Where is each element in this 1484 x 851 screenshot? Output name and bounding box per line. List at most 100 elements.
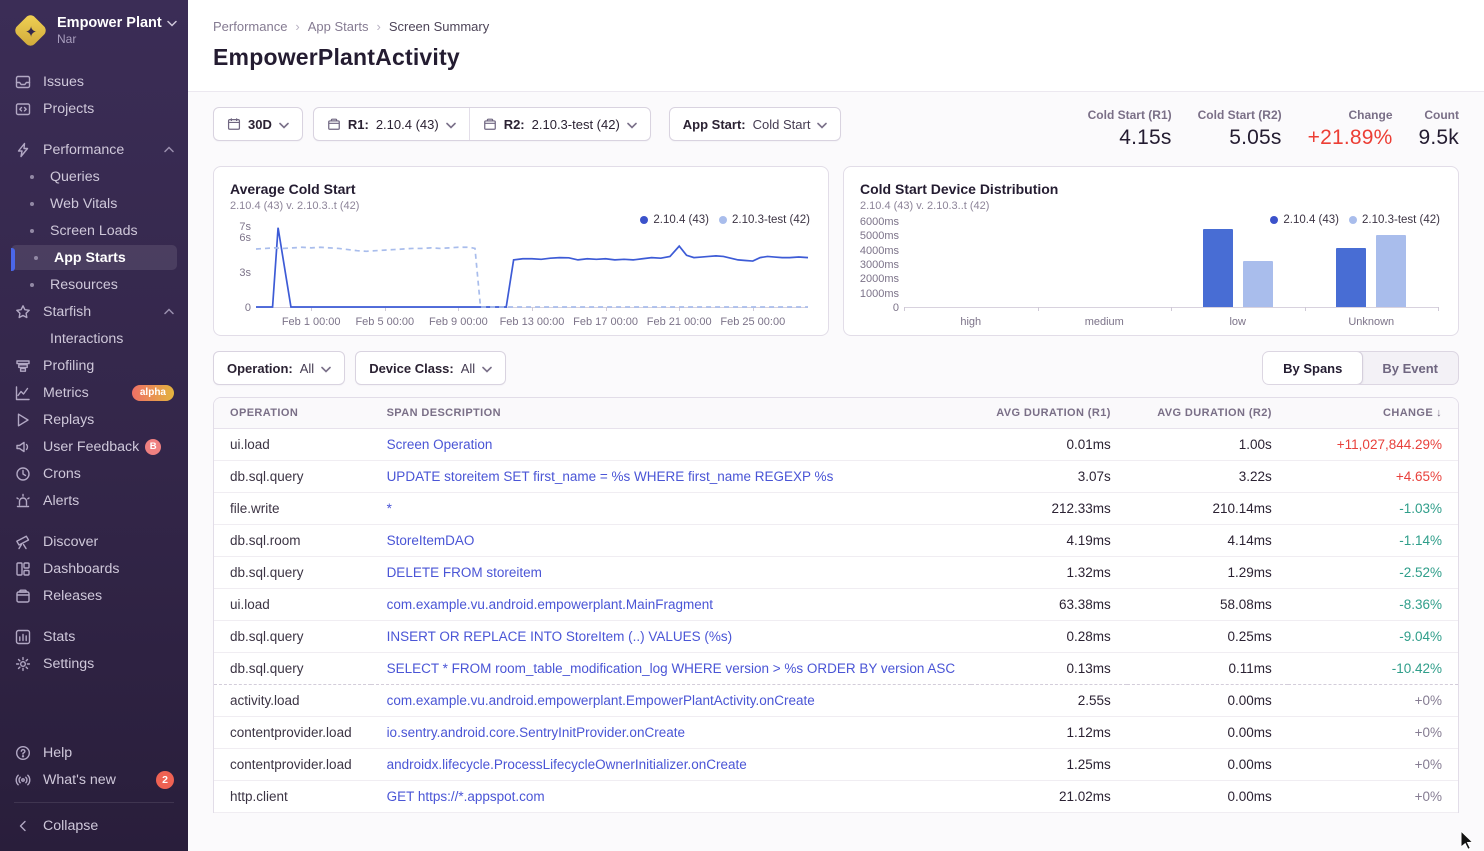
x-axis-label: Feb 25 00:00: [720, 316, 785, 328]
by-event-tab[interactable]: By Event: [1362, 352, 1458, 384]
spans-table: OPERATION SPAN DESCRIPTION AVG DURATION …: [213, 397, 1459, 813]
span-description-link[interactable]: com.example.vu.android.empowerplant.Main…: [387, 597, 713, 612]
sidebar-item-crons[interactable]: Crons: [0, 460, 188, 487]
bar[interactable]: [1336, 248, 1366, 307]
release-r2-selector[interactable]: R2: 2.10.3-test (42): [470, 108, 650, 140]
app-start-type-selector[interactable]: App Start: Cold Start: [669, 107, 842, 141]
sidebar-item-user-feedback[interactable]: User Feedback B: [0, 433, 188, 460]
span-description-link[interactable]: INSERT OR REPLACE INTO StoreItem (..) VA…: [387, 629, 733, 644]
by-spans-tab[interactable]: By Spans: [1262, 351, 1363, 385]
span-description-link[interactable]: UPDATE storeitem SET first_name = %s WHE…: [387, 469, 834, 484]
chevron-down-icon: [627, 117, 637, 132]
legend-item[interactable]: 2.10.3-test (42): [719, 214, 810, 226]
avg-duration-r1-cell: 212.33ms: [971, 493, 1127, 525]
release-r1-selector[interactable]: R1: 2.10.4 (43): [314, 108, 469, 140]
span-description-link[interactable]: androidx.lifecycle.ProcessLifecycleOwner…: [387, 757, 747, 772]
sidebar-item-performance[interactable]: Performance: [0, 136, 188, 163]
table-row[interactable]: db.sql.query DELETE FROM storeitem 1.32m…: [214, 557, 1458, 589]
breadcrumb-performance[interactable]: Performance: [213, 19, 287, 34]
breadcrumb-app-starts[interactable]: App Starts: [308, 19, 369, 34]
date-range-selector[interactable]: 30D: [213, 107, 303, 141]
chevron-up-icon[interactable]: [164, 308, 174, 315]
table-row[interactable]: contentprovider.load androidx.lifecycle.…: [214, 749, 1458, 781]
active-indicator: [11, 248, 15, 271]
span-description-link[interactable]: *: [387, 501, 392, 516]
span-description-link[interactable]: SELECT * FROM room_table_modification_lo…: [387, 661, 956, 676]
table-row[interactable]: db.sql.query INSERT OR REPLACE INTO Stor…: [214, 621, 1458, 653]
operation-filter[interactable]: Operation: All: [213, 351, 345, 385]
sidebar-item-issues[interactable]: Issues: [0, 68, 188, 95]
span-description-link[interactable]: Screen Operation: [387, 437, 493, 452]
divider: [14, 802, 174, 803]
sidebar-item-interactions[interactable]: Interactions: [0, 325, 188, 352]
avg-duration-r2-cell: 0.11ms: [1127, 653, 1288, 685]
span-description-link[interactable]: StoreItemDAO: [387, 533, 475, 548]
stat-value: 5.05s: [1198, 126, 1282, 150]
column-avg-duration-r2[interactable]: AVG DURATION (R2): [1127, 398, 1288, 429]
span-description-cell: GET https://*.appspot.com: [371, 781, 972, 813]
span-description-link[interactable]: GET https://*.appspot.com: [387, 789, 545, 804]
table-header-row: OPERATION SPAN DESCRIPTION AVG DURATION …: [214, 398, 1458, 429]
sidebar-item-screen-loads[interactable]: Screen Loads: [0, 217, 188, 244]
table-row[interactable]: ui.load Screen Operation 0.01ms 1.00s +1…: [214, 429, 1458, 461]
table-row[interactable]: db.sql.query UPDATE storeitem SET first_…: [214, 461, 1458, 493]
span-description-link[interactable]: DELETE FROM storeitem: [387, 565, 542, 580]
sidebar-item-alerts[interactable]: Alerts: [0, 487, 188, 514]
bar-chart: 2.10.4 (43)2.10.3-test (42) 6000ms5000ms…: [860, 218, 1442, 328]
bar[interactable]: [1376, 235, 1406, 307]
sidebar-item-replays[interactable]: Replays: [0, 406, 188, 433]
legend-item[interactable]: 2.10.4 (43): [1270, 214, 1339, 226]
chevron-down-icon: [482, 361, 492, 376]
sidebar-item-app-starts[interactable]: App Starts: [0, 244, 188, 271]
bar[interactable]: [1203, 229, 1233, 307]
sidebar-item-whats-new[interactable]: What's new 2: [0, 766, 188, 793]
sidebar-item-settings[interactable]: Settings: [0, 650, 188, 677]
table-row[interactable]: activity.load com.example.vu.android.emp…: [214, 685, 1458, 717]
y-axis-label: 0: [893, 302, 899, 314]
sidebar-item-web-vitals[interactable]: Web Vitals: [0, 190, 188, 217]
clock-icon: [14, 465, 31, 482]
table-row[interactable]: http.client GET https://*.appspot.com 21…: [214, 781, 1458, 813]
span-description-link[interactable]: com.example.vu.android.empowerplant.Empo…: [387, 693, 815, 708]
sidebar-item-discover[interactable]: Discover: [0, 528, 188, 555]
chevron-up-icon[interactable]: [164, 146, 174, 153]
table-row[interactable]: db.sql.query SELECT * FROM room_table_mo…: [214, 653, 1458, 685]
sidebar-collapse-button[interactable]: Collapse: [0, 812, 188, 839]
chevron-down-icon: [279, 117, 289, 132]
sidebar-item-starfish[interactable]: Starfish: [0, 298, 188, 325]
table-row[interactable]: ui.load com.example.vu.android.empowerpl…: [214, 589, 1458, 621]
column-operation[interactable]: OPERATION: [214, 398, 371, 429]
chart-plot-area[interactable]: [256, 222, 808, 308]
bar-group: [1336, 222, 1406, 307]
sidebar-item-profiling[interactable]: Profiling: [0, 352, 188, 379]
device-class-filter[interactable]: Device Class: All: [355, 351, 506, 385]
page-title: EmpowerPlantActivity: [213, 44, 1459, 71]
x-axis-label: Feb 21 00:00: [647, 316, 712, 328]
y-axis-label: 0: [245, 302, 251, 314]
table-row[interactable]: file.write * 212.33ms 210.14ms -1.03%: [214, 493, 1458, 525]
span-description-link[interactable]: io.sentry.android.core.SentryInitProvide…: [387, 725, 685, 740]
sort-descending-icon: ↓: [1436, 407, 1442, 419]
sidebar-item-stats[interactable]: Stats: [0, 623, 188, 650]
breadcrumb-screen-summary: Screen Summary: [389, 19, 489, 34]
bar[interactable]: [1243, 261, 1273, 307]
sidebar-item-projects[interactable]: Projects: [0, 95, 188, 122]
sidebar-item-metrics[interactable]: Metrics alpha: [0, 379, 188, 406]
legend-dot-icon: [719, 216, 727, 224]
sidebar-item-dashboards[interactable]: Dashboards: [0, 555, 188, 582]
legend-item[interactable]: 2.10.3-test (42): [1349, 214, 1440, 226]
column-change[interactable]: CHANGE↓: [1288, 398, 1458, 429]
column-avg-duration-r1[interactable]: AVG DURATION (R1): [971, 398, 1127, 429]
legend-item[interactable]: 2.10.4 (43): [640, 214, 709, 226]
sidebar-item-releases[interactable]: Releases: [0, 582, 188, 609]
sidebar-item-help[interactable]: Help: [0, 739, 188, 766]
sidebar-item-resources[interactable]: Resources: [0, 271, 188, 298]
org-switcher[interactable]: ✦ Empower Plant Nar: [0, 14, 188, 48]
table-row[interactable]: contentprovider.load io.sentry.android.c…: [214, 717, 1458, 749]
table-row[interactable]: db.sql.room StoreItemDAO 4.19ms 4.14ms -…: [214, 525, 1458, 557]
column-span-description[interactable]: SPAN DESCRIPTION: [371, 398, 972, 429]
box-icon: [14, 587, 31, 604]
chart-plot-area[interactable]: [904, 222, 1438, 308]
y-axis: 7s6s3s0: [230, 222, 256, 308]
sidebar-item-queries[interactable]: Queries: [0, 163, 188, 190]
